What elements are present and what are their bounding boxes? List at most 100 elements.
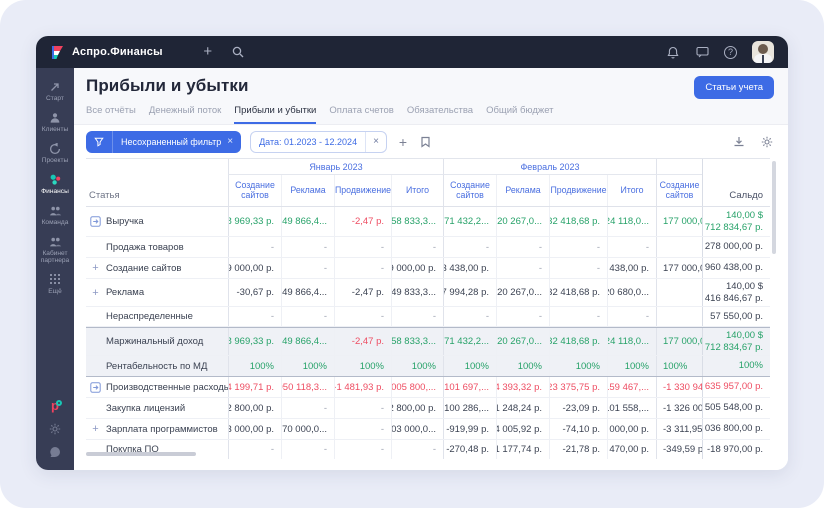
saldo-line: -19 036 800,00 р.: [702, 423, 763, 435]
table-cell: -: [391, 237, 443, 257]
table-row[interactable]: Производственные расходы-54 199,71 р.-95…: [86, 377, 770, 398]
sidebar-item-start[interactable]: Старт: [36, 76, 74, 107]
report-tabs: Все отчёты Денежный поток Прибыли и убытки…: [86, 105, 774, 124]
table-cell: -1 005 800,...: [391, 377, 443, 397]
table-row[interactable]: +Создание сайтов9 000,00 р.--9 000,00 р.…: [86, 258, 770, 279]
table-cell: 100%: [391, 356, 443, 376]
help-icon[interactable]: ?: [724, 46, 737, 59]
saldo-line: 57 550,00 р.: [710, 311, 763, 323]
table-cell: -4 005,92 р.: [496, 419, 549, 439]
table-cell: -803 000,0...: [391, 419, 443, 439]
saldo-line: -17 505 548,00 р.: [702, 402, 763, 414]
table-cell: 3 249 866,4...: [281, 328, 334, 355]
unsaved-filter-button[interactable]: Несохраненный фильтр×: [86, 131, 241, 153]
table-row[interactable]: +Зарплата программистов-33 000,00 р.-770…: [86, 419, 770, 440]
table-cell: -21,78 р.: [549, 440, 607, 459]
table-cell: [656, 307, 702, 326]
messages-icon[interactable]: [695, 45, 709, 59]
table-cell: -2,47 р.: [334, 328, 391, 355]
table-row[interactable]: +Реклама-30,67 р.3 249 866,4...-2,47 р.3…: [86, 279, 770, 307]
table-row[interactable]: Маржинальный доход8 969,33 р.3 249 866,4…: [86, 327, 770, 356]
table-row[interactable]: Рентабельность по МД100%100%100%100%100%…: [86, 356, 770, 377]
table-row[interactable]: Выручка8 969,33 р.3 249 866,4...-2,47 р.…: [86, 207, 770, 237]
expand-article-icon[interactable]: [90, 216, 101, 227]
table-cell: -2 800,00 р.: [391, 398, 443, 418]
filter-funnel-icon[interactable]: [86, 131, 112, 153]
add-subarticle-icon[interactable]: +: [90, 424, 101, 434]
table-row[interactable]: Покупка ПО-----270,48 р.-1 177,74 р.-21,…: [86, 440, 770, 459]
table-cell: -: [496, 307, 549, 326]
table-row[interactable]: Закупка лицензий-2 800,00 р.---2 800,00 …: [86, 398, 770, 419]
table-header: СтатьяЯнварь 2023Февраль 2023СальдоСозда…: [86, 158, 770, 207]
saldo-line: 100%: [739, 360, 763, 372]
table-cell: 9 000,00 р.: [228, 258, 281, 278]
search-icon[interactable]: [231, 45, 245, 59]
notifications-bell-icon[interactable]: [666, 45, 680, 59]
user-avatar[interactable]: [752, 41, 774, 63]
add-subarticle-icon[interactable]: +: [90, 288, 101, 298]
vertical-scrollbar[interactable]: [772, 161, 776, 254]
add-filter-icon[interactable]: +: [396, 135, 410, 149]
table-row[interactable]: Нераспределенные--------57 550,00 р.: [86, 307, 770, 327]
horizontal-scrollbar[interactable]: [86, 452, 196, 456]
sidebar-item-label: Кабинет партнера: [37, 250, 73, 264]
sidebar-item-more[interactable]: Ещё: [36, 269, 74, 300]
saldo-cell: -19 036 800,00 р.: [702, 419, 770, 439]
table-cell: -1 177,74 р.: [496, 440, 549, 459]
table-cell: -919,99 р.: [443, 419, 496, 439]
sidebar-item-clients[interactable]: Клиенты: [36, 107, 74, 138]
table-cell: -: [281, 440, 334, 459]
remove-date-filter-icon[interactable]: ×: [366, 136, 386, 147]
table-cell: -2,47 р.: [334, 279, 391, 306]
table-cell: 100%: [228, 356, 281, 376]
table-row[interactable]: Продажа товаров--------278 000,00 р.: [86, 237, 770, 258]
sidebar-item-partner[interactable]: Кабинет партнера: [36, 231, 74, 269]
table-cell: 803 438,00 р.: [607, 258, 656, 278]
accounting-articles-button[interactable]: Статьи учета: [694, 76, 774, 99]
tab-profit-loss[interactable]: Прибыли и убытки: [234, 105, 316, 124]
clients-icon: [49, 111, 62, 124]
table-cell: -270,48 р.: [443, 440, 496, 459]
tab-4[interactable]: Обязательства: [407, 105, 473, 124]
tab-5[interactable]: Общий бюджет: [486, 105, 553, 124]
table-cell: 9 000,00 р.: [391, 258, 443, 278]
app-logo-icon: [50, 45, 65, 60]
table-cell: -: [334, 258, 391, 278]
table-cell: -: [228, 307, 281, 326]
table-cell: -1 248,24 р.: [496, 398, 549, 418]
add-subarticle-icon[interactable]: +: [90, 263, 101, 273]
partner-program-icon[interactable]: p: [51, 400, 59, 412]
expand-article-icon[interactable]: [90, 382, 101, 393]
sidebar-item-label: Клиенты: [42, 126, 68, 133]
sidebar-item-finance[interactable]: Финансы: [36, 169, 74, 200]
table-cell: 3 024 118,0...: [607, 328, 656, 355]
tab-3[interactable]: Оплата счетов: [329, 105, 393, 124]
download-icon[interactable]: [732, 135, 746, 149]
table-cell: -: [391, 307, 443, 326]
table-settings-gear-icon[interactable]: [760, 135, 774, 149]
sidebar-item-team[interactable]: Команда: [36, 200, 74, 231]
table-cell: 100%: [334, 356, 391, 376]
table-cell: -23,09 р.: [549, 398, 607, 418]
table-cell: 2 220 680,0...: [607, 279, 656, 306]
save-filter-bookmark-icon[interactable]: [419, 135, 433, 149]
settings-gear-icon[interactable]: [49, 423, 61, 435]
article-label: Продажа товаров: [106, 242, 184, 253]
team-icon: [49, 204, 62, 217]
saldo-line: 47 712 834,67 р.: [702, 222, 763, 234]
create-icon[interactable]: +: [201, 45, 215, 59]
table-cell: -: [334, 440, 391, 459]
article-label: Зарплата программистов: [106, 424, 218, 435]
table-cell: 100%: [549, 356, 607, 376]
saldo-line: -46 635 957,00 р.: [702, 381, 763, 393]
table-cell: [656, 279, 702, 306]
table-cell: -30,67 р.: [228, 279, 281, 306]
table-cell: -5 000,00 р.: [607, 419, 656, 439]
date-filter-chip[interactable]: Дата: 01.2023 - 12.2024 ×: [250, 131, 387, 153]
remove-filter-icon[interactable]: ×: [227, 136, 233, 147]
sidebar-item-projects[interactable]: Проекты: [36, 138, 74, 169]
sidebar-item-label: Команда: [42, 219, 69, 226]
support-chat-icon[interactable]: [49, 446, 61, 458]
tab-1[interactable]: Денежный поток: [149, 105, 221, 124]
tab-0[interactable]: Все отчёты: [86, 105, 136, 124]
